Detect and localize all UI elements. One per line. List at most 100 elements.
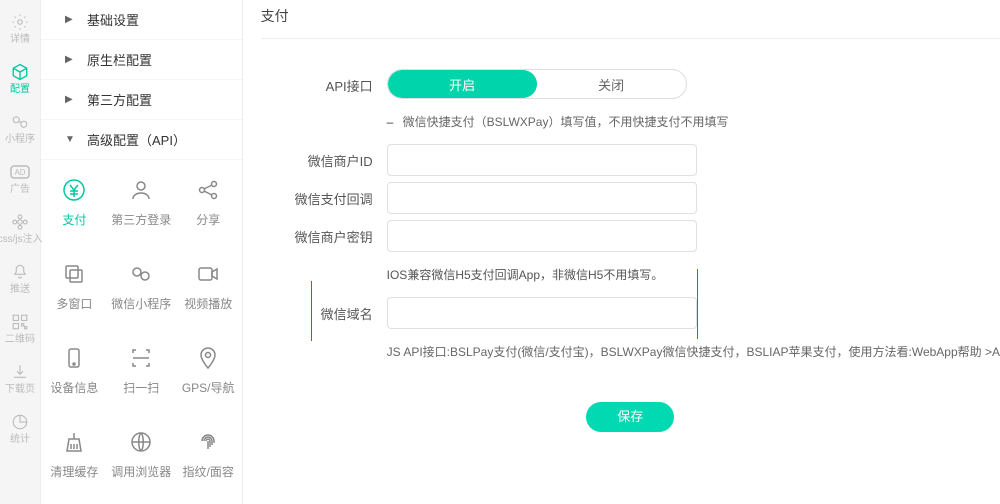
rail-item-config[interactable]: 配置 <box>0 54 40 104</box>
grid-item-cache[interactable]: 清理缓存 <box>41 412 108 496</box>
device-icon <box>61 345 87 371</box>
rail-label: 统计 <box>10 434 30 446</box>
tree-item-native[interactable]: ▶ 原生栏配置 <box>41 40 242 80</box>
api-grid: 支付 第三方登录 分享 多窗口 微信小程序 视频播放 <box>41 160 242 496</box>
toggle-off[interactable]: 关闭 <box>537 70 686 98</box>
marker-right <box>697 269 698 339</box>
grid-item-windows[interactable]: 多窗口 <box>41 244 108 328</box>
grid-label: 第三方登录 <box>111 211 171 228</box>
rail-item-cssjs[interactable]: css/js注入 <box>0 204 40 254</box>
grid-item-share[interactable]: 分享 <box>175 160 242 244</box>
page-title: 支付 <box>261 4 1000 39</box>
label-api: API接口 <box>261 69 387 95</box>
grid-label: 多窗口 <box>56 295 92 312</box>
grid-label: 指纹/面容 <box>183 463 234 480</box>
grid-label: 支付 <box>62 211 86 228</box>
grid-item-pay[interactable]: 支付 <box>41 160 108 244</box>
gear-icon <box>10 12 30 32</box>
rail-label: 推送 <box>10 284 30 296</box>
svg-text:AD: AD <box>14 168 25 177</box>
grid-label: GPS/导航 <box>182 379 235 396</box>
input-secret[interactable] <box>387 220 697 252</box>
pin-icon <box>195 345 221 371</box>
input-domain[interactable] <box>387 297 697 329</box>
cube-icon <box>10 62 30 82</box>
video-icon <box>195 261 221 287</box>
grid-label: 清理缓存 <box>50 463 98 480</box>
hint-jsapi: JS API接口:BSLPay支付(微信/支付宝)，BSLWXPay微信快捷支付… <box>387 335 1000 374</box>
grid-item-login[interactable]: 第三方登录 <box>108 160 175 244</box>
input-mchid[interactable] <box>387 144 697 176</box>
rail-label: 二维码 <box>5 334 35 346</box>
label-callback: 微信支付回调 <box>261 182 387 208</box>
yen-icon <box>61 177 87 203</box>
main-content: 支付 API接口 开启 关闭 – 微信快捷支付（BSLWXPay）填写值，不用快… <box>243 0 1000 504</box>
icon-rail: 详情 配置 小程序 AD 广告 css/js注入 推送 二维码 下载页 <box>0 0 41 504</box>
tree-item-thirdparty[interactable]: ▶ 第三方配置 <box>41 80 242 120</box>
grid-item-scan[interactable]: 扫一扫 <box>108 328 175 412</box>
user-icon <box>128 177 154 203</box>
windows-icon <box>61 261 87 287</box>
grid-label: 调用浏览器 <box>111 463 171 480</box>
globe-icon <box>128 429 154 455</box>
rail-item-detail[interactable]: 详情 <box>0 4 40 54</box>
caret-right-icon: ▶ <box>65 94 75 105</box>
ad-icon: AD <box>10 162 30 182</box>
caret-down-icon: ▼ <box>65 134 75 145</box>
qrcode-icon <box>10 312 30 332</box>
grid-item-fingerprint[interactable]: 指纹/面容 <box>175 412 242 496</box>
marker-left <box>311 281 312 341</box>
rail-label: 详情 <box>10 34 30 46</box>
tree-item-advanced[interactable]: ▼ 高级配置（API） <box>41 120 242 160</box>
rail-item-download[interactable]: 下载页 <box>0 354 40 404</box>
grid-label: 视频播放 <box>184 295 232 312</box>
rail-item-miniapp[interactable]: 小程序 <box>0 104 40 154</box>
tree-label: 第三方配置 <box>87 90 152 109</box>
grid-item-wxmini[interactable]: 微信小程序 <box>108 244 175 328</box>
label-secret: 微信商户密钥 <box>261 220 387 246</box>
save-button[interactable]: 保存 <box>586 402 674 432</box>
broom-icon <box>61 429 87 455</box>
rail-label: 广告 <box>10 184 30 196</box>
wand-icon <box>10 112 30 132</box>
mini-icon <box>128 261 154 287</box>
rail-label: 下载页 <box>5 384 35 396</box>
tree-label: 高级配置（API） <box>87 130 186 149</box>
rail-item-ad[interactable]: AD 广告 <box>0 154 40 204</box>
chart-icon <box>10 412 30 432</box>
rail-label: css/js注入 <box>0 234 43 246</box>
grid-item-video[interactable]: 视频播放 <box>175 244 242 328</box>
grid-item-device[interactable]: 设备信息 <box>41 328 108 412</box>
hint-wxpay: – 微信快捷支付（BSLWXPay）填写值，不用快捷支付不用填写 <box>387 105 1000 144</box>
dash-icon: – <box>387 115 394 129</box>
flower-icon <box>10 212 30 232</box>
share-icon <box>195 177 221 203</box>
fingerprint-icon <box>195 429 221 455</box>
input-callback[interactable] <box>387 182 697 214</box>
rail-item-push[interactable]: 推送 <box>0 254 40 304</box>
rail-item-qrcode[interactable]: 二维码 <box>0 304 40 354</box>
caret-right-icon: ▶ <box>65 14 75 25</box>
label-mchid: 微信商户ID <box>261 144 387 170</box>
caret-right-icon: ▶ <box>65 54 75 65</box>
sidebar: ▶ 基础设置 ▶ 原生栏配置 ▶ 第三方配置 ▼ 高级配置（API） 支付 第三… <box>41 0 243 504</box>
scan-icon <box>128 345 154 371</box>
rail-label: 配置 <box>10 84 30 96</box>
grid-item-gps[interactable]: GPS/导航 <box>175 328 242 412</box>
download-icon <box>10 362 30 382</box>
grid-label: 设备信息 <box>50 379 98 396</box>
pay-form: API接口 开启 关闭 – 微信快捷支付（BSLWXPay）填写值，不用快捷支付… <box>261 39 1000 432</box>
tree-item-basic[interactable]: ▶ 基础设置 <box>41 0 242 40</box>
label-domain: 微信域名 <box>261 297 387 323</box>
hint-ios: IOS兼容微信H5支付回调App，非微信H5不用填写。 <box>387 258 1000 297</box>
tree-label: 原生栏配置 <box>87 50 152 69</box>
bell-icon <box>10 262 30 282</box>
grid-label: 微信小程序 <box>111 295 171 312</box>
api-toggle[interactable]: 开启 关闭 <box>387 69 687 99</box>
rail-label: 小程序 <box>5 134 35 146</box>
tree-label: 基础设置 <box>87 10 139 29</box>
grid-label: 扫一扫 <box>123 379 159 396</box>
grid-item-browser[interactable]: 调用浏览器 <box>108 412 175 496</box>
rail-item-stats[interactable]: 统计 <box>0 404 40 454</box>
toggle-on[interactable]: 开启 <box>388 70 537 98</box>
